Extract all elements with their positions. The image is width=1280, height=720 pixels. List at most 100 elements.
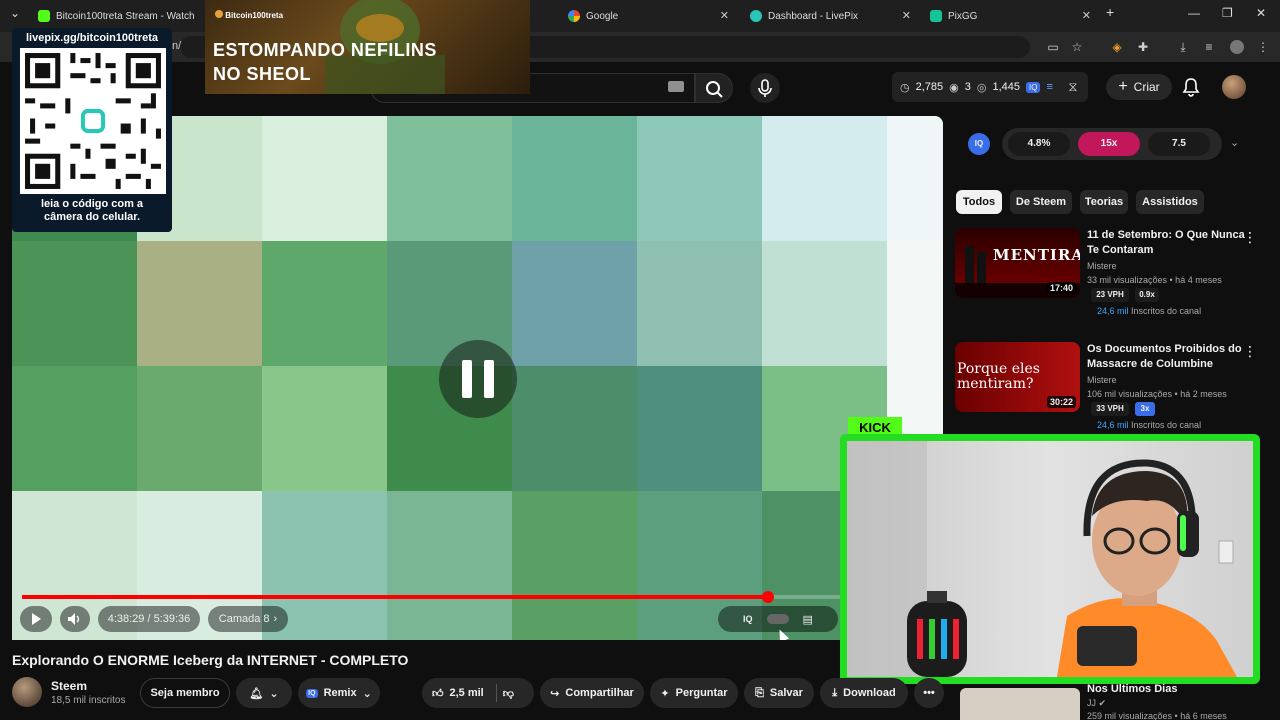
center-pause-button[interactable]	[439, 340, 517, 418]
close-tab-icon[interactable]: ✕	[1082, 9, 1091, 22]
recommended-video[interactable]: MENTIRA 17:40 11 de Setembro: O Que Nunc…	[955, 228, 1265, 338]
tab-pixgg[interactable]: PixGG ✕	[922, 4, 1097, 28]
progress-bar[interactable]	[22, 591, 932, 603]
channel-text: JJ	[1087, 698, 1096, 708]
download-icon[interactable]: ⤓	[1176, 40, 1190, 54]
voice-search-button[interactable]	[750, 73, 780, 103]
filter-icon[interactable]: ⧖	[1066, 80, 1080, 94]
thumbnail-text-line: Porque eles	[957, 361, 1040, 377]
tab-title: PixGG	[948, 10, 978, 22]
more-options-icon[interactable]: ⋮	[1243, 230, 1257, 244]
create-button[interactable]: + Criar	[1106, 74, 1172, 100]
like-count[interactable]: 2,5 mil	[450, 687, 484, 699]
iq-metric-outlier[interactable]: 15x	[1078, 132, 1140, 156]
play-icon	[32, 613, 41, 625]
iq-metric-score[interactable]: 7.5	[1148, 132, 1210, 156]
video-thumbnail[interactable]	[960, 688, 1080, 720]
recommendation-meta: 106 mil visualizações • há 2 meses	[1087, 389, 1227, 399]
outlier-badge: 0.9x	[1135, 288, 1159, 302]
join-button[interactable]: Seja membro	[140, 678, 230, 708]
ask-button[interactable]: ✦ Perguntar	[650, 678, 738, 708]
iq-metric-text: 15x	[1100, 138, 1118, 149]
tab-bitcoin100treta-stream[interactable]: Bitcoin100treta Stream - Watch	[30, 4, 200, 28]
channel-avatar[interactable]	[12, 677, 42, 707]
recommendation-channel[interactable]: JJ ✔	[1087, 698, 1106, 709]
iq-remix-icon: IQ	[306, 688, 318, 698]
minimize-icon[interactable]: —	[1188, 6, 1200, 20]
new-tab-icon[interactable]: +	[1106, 4, 1114, 20]
thumbnail-text: Porque eles mentiram?	[957, 362, 1040, 392]
media-control-icon[interactable]: ≡	[1202, 40, 1216, 54]
clock-icon: ◷	[900, 81, 910, 94]
dislike-icon[interactable]: 👎︎	[503, 687, 514, 700]
chapter-button[interactable]: Camada 8 ›	[208, 606, 288, 632]
account-avatar[interactable]	[1222, 75, 1246, 99]
close-tab-icon[interactable]: ✕	[902, 9, 911, 22]
video-thumbnail[interactable]: Porque eles mentiram? 30:22	[955, 342, 1080, 412]
search-icon	[706, 81, 723, 98]
chapter-label: Camada 8	[218, 613, 270, 625]
notifications-button[interactable]	[1180, 76, 1202, 98]
recommendation-title[interactable]: Os Documentos Proibidos do Massacre de C…	[1087, 342, 1247, 372]
iq-extension-icon[interactable]: IQ	[1026, 81, 1041, 93]
create-label: Criar	[1133, 80, 1160, 94]
chip-de-steem[interactable]: De Steem	[1010, 190, 1072, 214]
browser-menu-icon[interactable]: ⋮	[1256, 40, 1270, 54]
cast-icon[interactable]: ▭	[1046, 40, 1060, 54]
stream-title-banner: Bitcoin100treta ESTOMPANDO NEFILINS NO S…	[205, 0, 530, 94]
recommendation-channel[interactable]: Mistere	[1087, 375, 1117, 385]
chip-todos[interactable]: Todos	[956, 190, 1002, 214]
divider	[495, 684, 497, 702]
extension-badge-icon[interactable]: ◈	[1110, 40, 1124, 54]
recommendation-title[interactable]: Nos Últimos Dias	[1087, 684, 1177, 695]
chip-assistidos[interactable]: Assistidos	[1136, 190, 1204, 214]
recommendation-channel[interactable]: Mistere	[1087, 261, 1117, 271]
tab-google[interactable]: Google ✕	[560, 4, 735, 28]
like-icon[interactable]: 👍︎	[432, 687, 444, 700]
pause-icon-bar	[484, 360, 494, 398]
chip-label: Assistidos	[1142, 196, 1198, 208]
subtitles-icon[interactable]: ▤	[803, 613, 813, 626]
subscribed-bell-button[interactable]: 🔔︎ ⌄	[236, 678, 292, 708]
banner-channel-tag: Bitcoin100treta	[215, 10, 283, 20]
more-actions-button[interactable]: •••	[914, 678, 944, 708]
chevron-down-icon[interactable]: ⌄	[1230, 136, 1239, 149]
qr-code-overlay: livepix.gg/bitcoin100treta leia o código…	[12, 28, 172, 232]
bookmark-star-icon[interactable]: ☆	[1070, 40, 1084, 54]
pixgg-favicon-icon	[930, 10, 942, 22]
list-icon[interactable]: ≡	[1046, 81, 1052, 93]
tab-search-icon[interactable]: ⌄	[10, 6, 20, 20]
remix-button[interactable]: IQ Remix ⌄	[298, 678, 380, 708]
chip-teorias[interactable]: Teorias	[1080, 190, 1128, 214]
iq-metric-engagement[interactable]: 4.8%	[1008, 132, 1070, 156]
channel-name[interactable]: Steem	[51, 679, 87, 693]
play-button[interactable]	[20, 606, 52, 632]
recommended-video-partial[interactable]: Nos Últimos Dias JJ ✔ 259 mil visualizaç…	[955, 684, 1265, 720]
bell-icon: 🔔︎	[249, 687, 264, 700]
share-button[interactable]: ↪ Compartilhar	[540, 678, 644, 708]
tab-dashboard-livepix[interactable]: Dashboard - LivePix ✕	[742, 4, 917, 28]
autoplay-toggle-icon[interactable]	[766, 614, 789, 624]
maximize-icon[interactable]: ❐	[1222, 6, 1233, 20]
chevron-down-icon: ⌄	[269, 687, 279, 700]
viewers-icon: ◎	[976, 81, 987, 94]
recommendation-title[interactable]: 11 de Setembro: O Que Nunca Te Contaram	[1087, 228, 1247, 258]
close-tab-icon[interactable]: ✕	[720, 9, 729, 22]
volume-icon	[68, 613, 80, 625]
keyboard-icon[interactable]	[668, 81, 684, 92]
ask-label: Perguntar	[675, 687, 728, 699]
video-thumbnail[interactable]: MENTIRA 17:40	[955, 228, 1080, 298]
more-options-icon[interactable]: ⋮	[1243, 344, 1257, 358]
extensions-puzzle-icon[interactable]: ✚	[1136, 40, 1150, 54]
iq-player-icon[interactable]: IQ	[743, 614, 753, 624]
profile-avatar-icon[interactable]	[1230, 40, 1244, 54]
address-text: n/	[172, 40, 182, 52]
iq-logo-icon[interactable]: IQ	[968, 133, 990, 155]
chip-label: De Steem	[1015, 196, 1067, 208]
tab-title: Google	[586, 10, 619, 22]
close-window-icon[interactable]: ✕	[1256, 6, 1266, 20]
download-button[interactable]: ⤓ Download	[820, 678, 908, 708]
search-button[interactable]	[695, 73, 733, 103]
save-button[interactable]: ⎘ Salvar	[744, 678, 814, 708]
volume-button[interactable]	[60, 606, 90, 632]
